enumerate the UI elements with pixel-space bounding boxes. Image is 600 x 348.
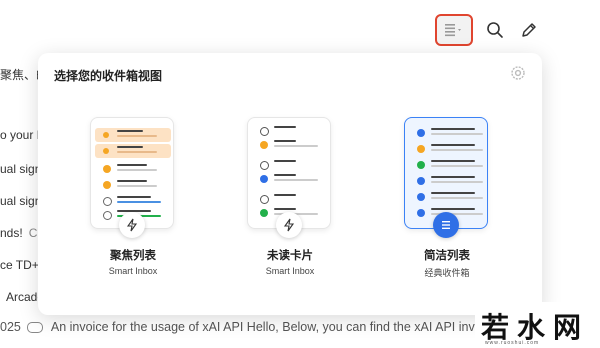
option-sublabel: Smart Inbox bbox=[265, 266, 315, 276]
bolt-icon bbox=[276, 212, 302, 238]
compose-button[interactable] bbox=[514, 16, 544, 44]
classic-list-preview bbox=[404, 117, 488, 238]
mail-list-item[interactable]: ce TD+ bbox=[0, 258, 39, 272]
mail-list-item[interactable]: ual sign bbox=[0, 194, 41, 208]
search-button[interactable] bbox=[480, 16, 510, 44]
mail-list-item[interactable]: nds! C bbox=[0, 226, 37, 240]
watermark-logo: 若水网 www.ruoshui.com bbox=[475, 302, 600, 348]
focus-list-preview bbox=[90, 117, 174, 238]
mail-list-item[interactable]: 025 An invoice for the usage of xAI API H… bbox=[0, 320, 501, 334]
view-option-unread-cards[interactable]: 未读卡片 Smart Inbox bbox=[247, 117, 333, 276]
mail-date: 025 bbox=[0, 320, 21, 334]
pencil-icon bbox=[522, 23, 536, 37]
inbox-view-dialog: 选择您的收件箱视图 聚焦列表 Smart Inbox 未读卡片 Smart In… bbox=[38, 53, 542, 315]
option-label: 聚焦列表 bbox=[110, 250, 156, 262]
list-view-icon bbox=[445, 24, 461, 37]
search-icon bbox=[487, 22, 503, 38]
watermark-subtext: www.ruoshui.com bbox=[485, 340, 540, 346]
view-switch-button[interactable] bbox=[435, 14, 473, 46]
view-option-classic-inbox[interactable]: 简洁列表 经典收件箱 bbox=[404, 117, 490, 279]
view-option-smart-inbox-focus[interactable]: 聚焦列表 Smart Inbox bbox=[90, 117, 176, 276]
mail-list-item[interactable]: o your I bbox=[0, 128, 40, 142]
bolt-icon bbox=[119, 212, 145, 238]
list-icon bbox=[433, 212, 459, 238]
unread-cards-preview bbox=[247, 117, 331, 238]
dialog-title: 选择您的收件箱视图 bbox=[54, 69, 163, 83]
mail-list-item[interactable]: ual sign bbox=[0, 162, 41, 176]
option-label: 未读卡片 bbox=[267, 250, 313, 262]
option-label: 简洁列表 bbox=[424, 250, 470, 262]
option-sublabel: Smart Inbox bbox=[108, 266, 158, 276]
gear-icon[interactable] bbox=[510, 65, 526, 81]
option-sublabel: 经典收件箱 bbox=[424, 268, 470, 278]
mail-preview: An invoice for the usage of xAI API Hell… bbox=[50, 320, 502, 334]
mail-tag-icon bbox=[26, 322, 43, 334]
